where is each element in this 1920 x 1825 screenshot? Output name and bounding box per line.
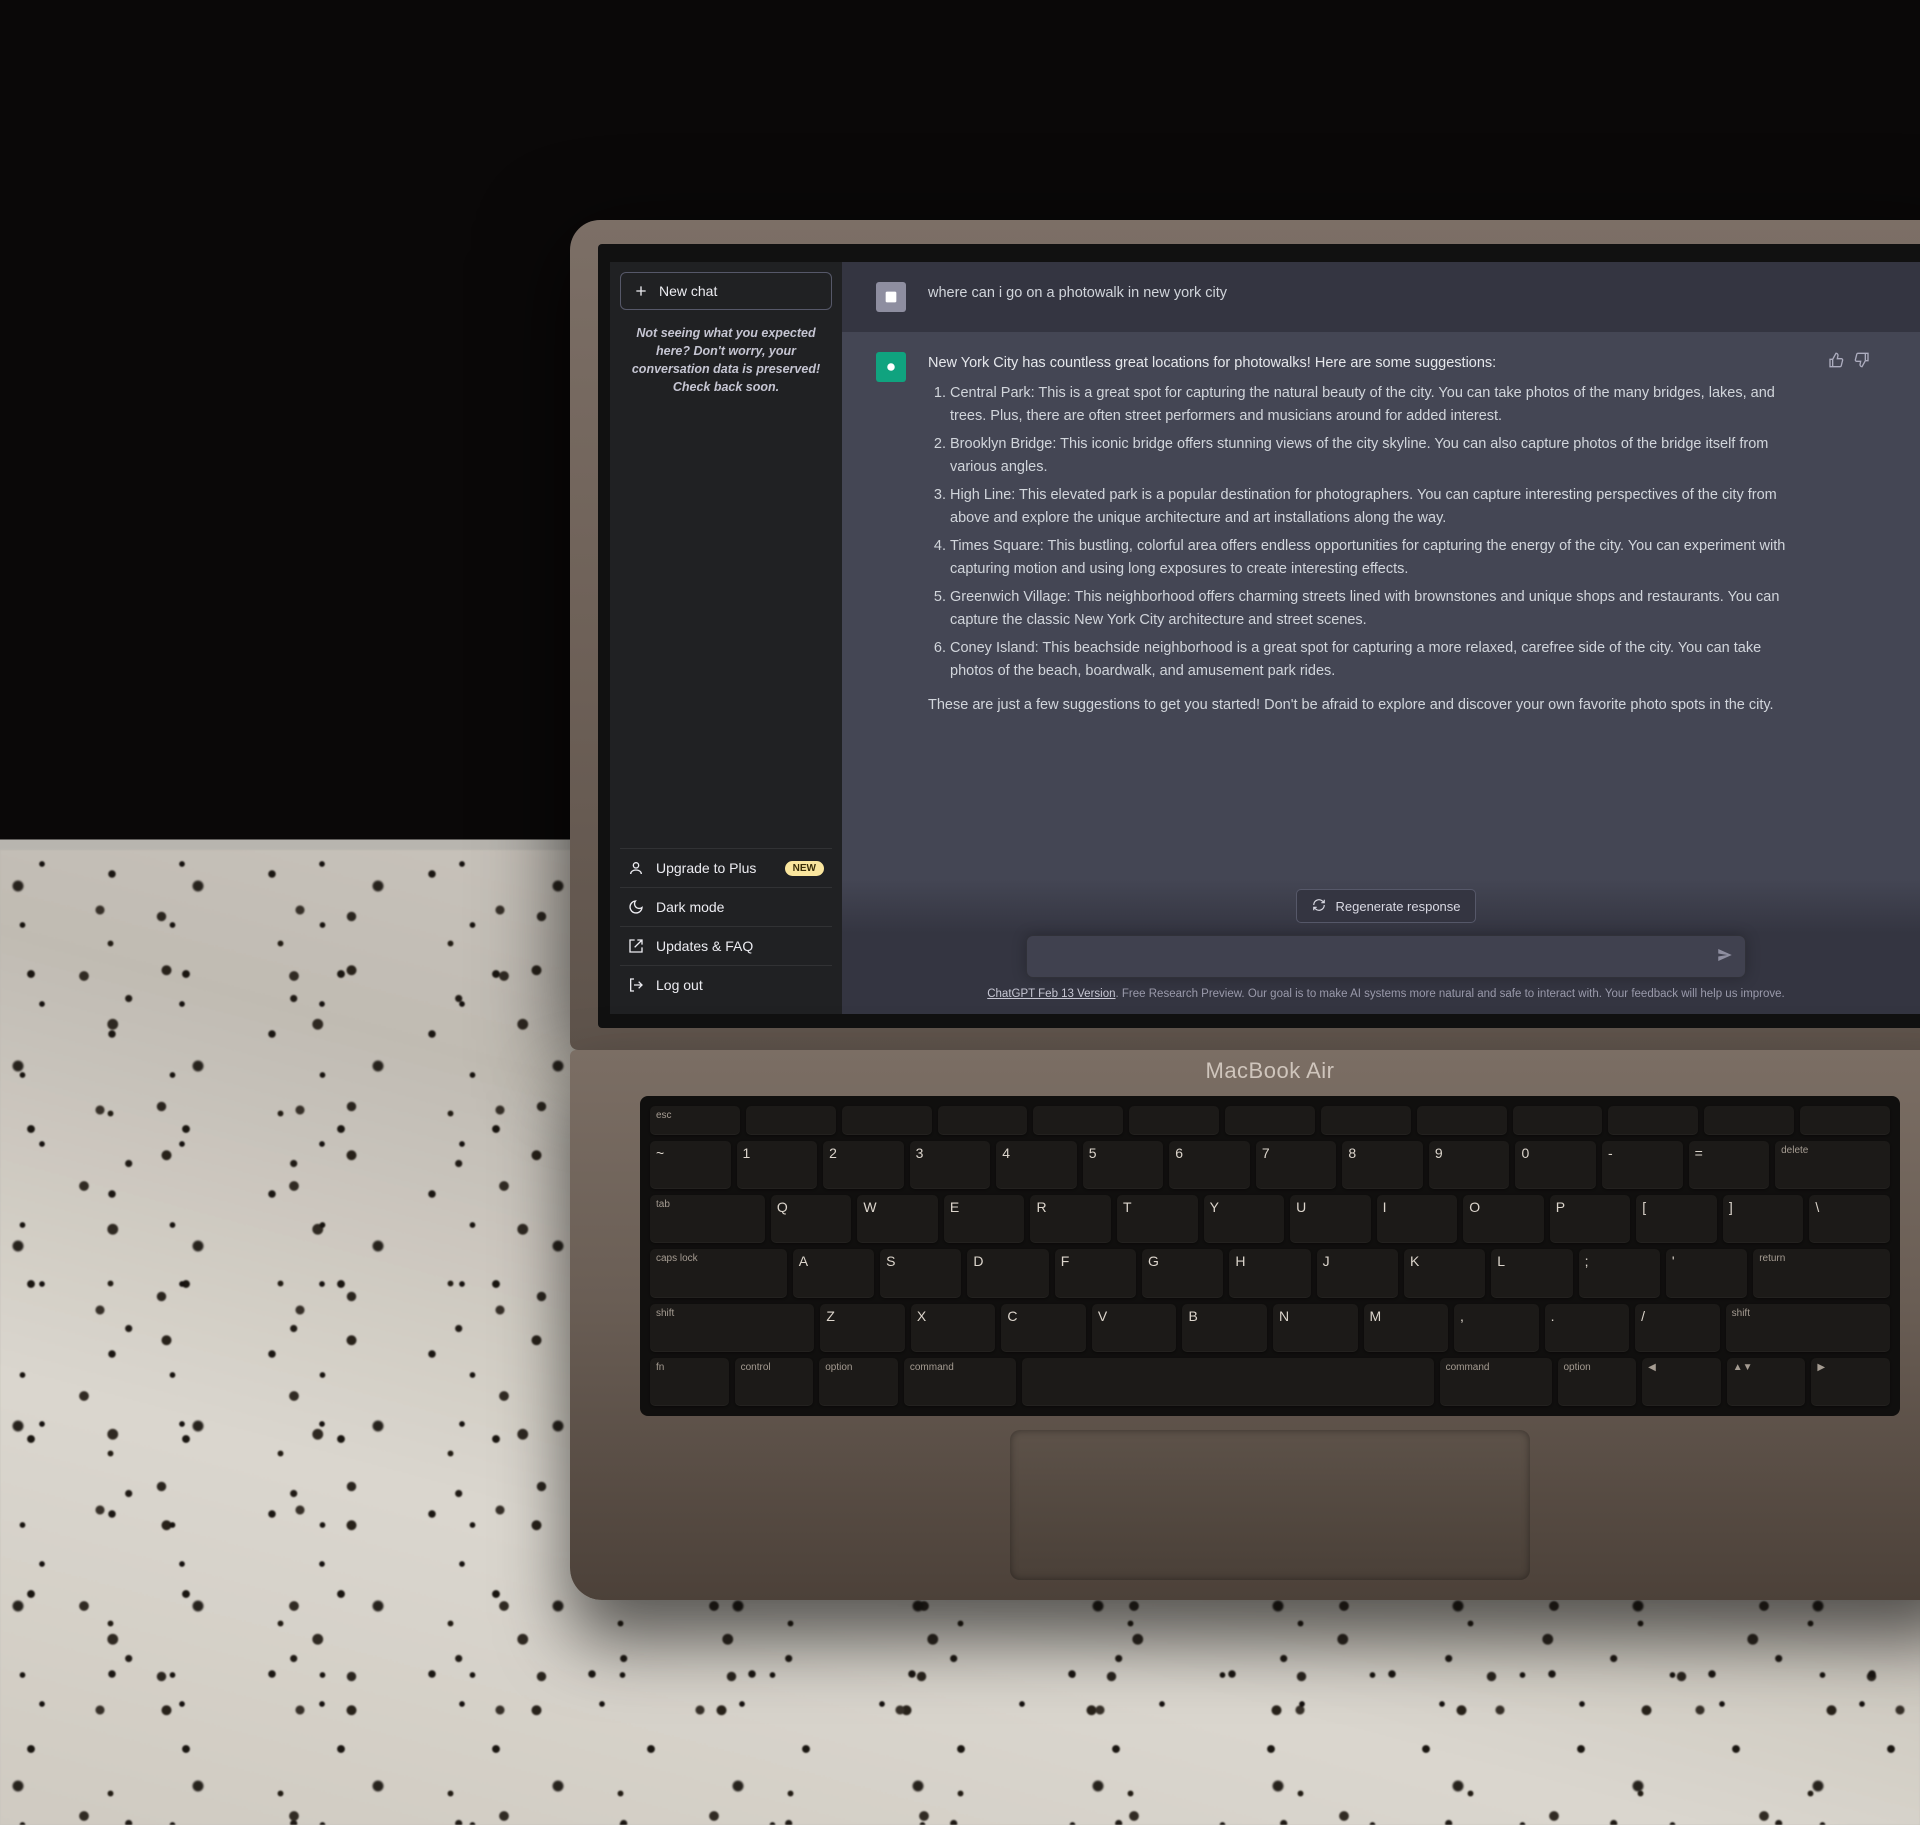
plus-icon: [633, 283, 649, 299]
list-item: Greenwich Village: This neighborhood off…: [950, 586, 1806, 631]
sidebar-updates-faq[interactable]: Updates & FAQ: [620, 926, 832, 965]
photo-scene: New chat Not seeing what you expected he…: [0, 0, 1920, 1825]
list-item: Coney Island: This beachside neighborhoo…: [950, 637, 1806, 682]
prompt-input-row: [1026, 935, 1746, 978]
sidebar-upgrade[interactable]: Upgrade to Plus NEW: [620, 848, 832, 887]
updates-label: Updates & FAQ: [656, 938, 753, 954]
list-item: Central Park: This is a great spot for c…: [950, 382, 1806, 427]
moon-icon: [628, 899, 644, 915]
sidebar-notice: Not seeing what you expected here? Don't…: [620, 324, 832, 397]
laptop: New chat Not seeing what you expected he…: [570, 220, 1920, 1600]
list-item: Times Square: This bustling, colorful ar…: [950, 535, 1806, 580]
upgrade-label: Upgrade to Plus: [656, 860, 756, 876]
new-chat-label: New chat: [659, 283, 717, 299]
list-item: High Line: This elevated park is a popul…: [950, 484, 1806, 529]
keyboard: esc ~1234567890-=delete tabQWERTYUIOP[]\…: [640, 1096, 1900, 1416]
user-message-text: where can i go on a photowalk in new yor…: [928, 282, 1870, 312]
send-icon[interactable]: [1716, 946, 1734, 968]
prompt-input[interactable]: [1026, 935, 1746, 978]
thumbs-down-icon[interactable]: [1854, 352, 1870, 717]
chat-main: where can i go on a photowalk in new yor…: [842, 262, 1920, 1014]
laptop-lid: New chat Not seeing what you expected he…: [570, 220, 1920, 1050]
logout-label: Log out: [656, 977, 703, 993]
footer-rest: . Free Research Preview. Our goal is to …: [1116, 988, 1785, 1000]
sidebar-dark-mode[interactable]: Dark mode: [620, 887, 832, 926]
regenerate-label: Regenerate response: [1335, 899, 1460, 914]
user-avatar: [876, 282, 906, 312]
regenerate-button[interactable]: Regenerate response: [1296, 889, 1475, 923]
refresh-icon: [1311, 898, 1327, 914]
assistant-avatar: [876, 352, 906, 382]
list-item: Brooklyn Bridge: This iconic bridge offe…: [950, 433, 1806, 478]
new-chat-button[interactable]: New chat: [620, 272, 832, 310]
thumbs-up-icon[interactable]: [1828, 352, 1844, 717]
logout-icon: [628, 977, 644, 993]
bottom-area: Regenerate response ChatGPT Feb 13 Versi…: [842, 879, 1920, 1014]
badge-new: NEW: [785, 861, 824, 876]
laptop-model-label: MacBook Air: [570, 1058, 1920, 1084]
user-icon: [628, 860, 644, 876]
laptop-deck: MacBook Air esc ~1234567890-=delete tabQ…: [570, 1050, 1920, 1600]
assistant-list: Central Park: This is a great spot for c…: [928, 382, 1806, 682]
external-link-icon: [628, 938, 644, 954]
sidebar: New chat Not seeing what you expected he…: [610, 262, 842, 1014]
dark-mode-label: Dark mode: [656, 899, 724, 915]
user-message: where can i go on a photowalk in new yor…: [842, 262, 1920, 332]
message-actions: [1828, 352, 1870, 717]
assistant-intro: New York City has countless great locati…: [928, 352, 1806, 374]
sidebar-log-out[interactable]: Log out: [620, 965, 832, 1004]
footer-note: ChatGPT Feb 13 Version. Free Research Pr…: [872, 988, 1900, 1000]
screen: New chat Not seeing what you expected he…: [610, 262, 1920, 1014]
trackpad: [1010, 1430, 1530, 1580]
footer-version-link[interactable]: ChatGPT Feb 13 Version: [987, 988, 1115, 1000]
assistant-message-body: New York City has countless great locati…: [928, 352, 1806, 717]
assistant-outro: These are just a few suggestions to get …: [928, 694, 1806, 716]
assistant-message: New York City has countless great locati…: [842, 332, 1920, 737]
